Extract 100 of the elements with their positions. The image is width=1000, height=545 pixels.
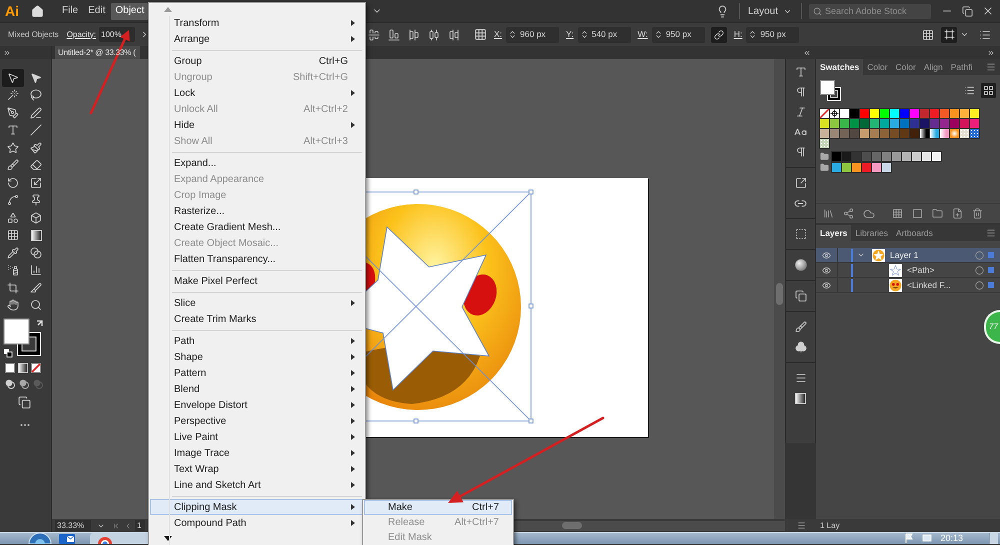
gradient-panel-icon[interactable] [795, 392, 806, 404]
color-swatch-icon[interactable] [930, 118, 939, 128]
close-icon[interactable] [982, 5, 994, 17]
color-swatch-icon[interactable] [910, 128, 919, 138]
color-swatch-icon[interactable] [842, 152, 851, 160]
panel-tab[interactable]: Swatches [816, 59, 864, 75]
color-swatch-icon[interactable] [860, 128, 869, 138]
menu-item[interactable]: Text Wrap [150, 461, 364, 477]
menu-item[interactable]: Create Gradient Mesh... [150, 219, 364, 235]
sphere-icon[interactable] [794, 259, 806, 271]
grid-view-button[interactable] [981, 82, 996, 98]
panel-menu-icon[interactable] [986, 228, 996, 238]
fill-stroke-icon[interactable] [820, 80, 841, 100]
overlapping-squares-icon[interactable] [794, 290, 806, 302]
eye-icon[interactable] [822, 266, 831, 274]
start-orb-icon[interactable] [28, 533, 52, 544]
lines-icon[interactable] [794, 372, 806, 384]
layer-row[interactable]: <Path> [816, 263, 1000, 278]
panel-tab[interactable]: Align [920, 59, 947, 75]
first-artboard-icon[interactable] [112, 522, 120, 530]
menu-item[interactable]: Lock [150, 85, 364, 101]
color-swatch-icon[interactable] [970, 118, 979, 128]
menu-item[interactable]: Group Ctrl+G [150, 53, 364, 69]
color-swatch-icon[interactable] [870, 118, 879, 128]
color-swatch-icon[interactable] [880, 118, 889, 128]
layer-row[interactable]: Layer 1 [816, 248, 1000, 263]
eye-icon[interactable] [822, 250, 831, 260]
double-chevron-icon[interactable] [3, 48, 11, 56]
menu-bar-item[interactable]: Edit [84, 2, 110, 20]
menu-item[interactable]: Flatten Transparency... [150, 251, 364, 267]
color-swatch-icon[interactable] [910, 118, 919, 128]
target-circle-icon[interactable] [975, 280, 984, 290]
color-swatch-icon[interactable] [850, 118, 859, 128]
pattern-swatch-icon[interactable] [970, 128, 979, 138]
registration-swatch-icon[interactable] [830, 108, 839, 118]
dashed-square-icon[interactable] [794, 228, 806, 240]
menu-item[interactable]: Image Trace [150, 445, 364, 461]
color-swatch-icon[interactable] [872, 162, 881, 172]
number-field[interactable]: 950 px [746, 26, 800, 42]
color-swatch-icon[interactable] [890, 128, 899, 138]
color-swatch-icon[interactable] [862, 162, 871, 172]
color-swatch-icon[interactable] [940, 108, 949, 118]
search-field[interactable]: Search Adobe Stock [809, 4, 931, 18]
menu-item[interactable]: Transform [150, 15, 364, 31]
number-field[interactable]: 950 px [652, 26, 705, 42]
menu-item[interactable]: Slice [150, 295, 364, 311]
distribute-left-icon[interactable] [408, 28, 420, 40]
overlapping-rectangles-icon[interactable] [18, 396, 31, 409]
scrollbar-thumb[interactable] [562, 522, 582, 530]
none-slash-icon[interactable] [31, 363, 41, 373]
trash-icon[interactable] [972, 208, 983, 219]
menu-item[interactable]: Envelope Distort [150, 397, 364, 413]
color-swatch-icon[interactable] [880, 108, 889, 118]
cloud-icon[interactable] [863, 208, 875, 220]
color-swatch-icon[interactable] [870, 108, 879, 118]
color-swatch-icon[interactable] [842, 162, 851, 172]
menu-item[interactable]: Make Ctrl+7 [364, 500, 512, 515]
color-swatch-icon[interactable] [930, 108, 939, 118]
color-swatch-icon[interactable] [902, 152, 911, 160]
chevron-down-icon[interactable] [857, 251, 865, 259]
menu-bar-item[interactable]: File [58, 2, 82, 20]
color-swatch-icon[interactable] [850, 128, 859, 138]
pattern-swatch-icon[interactable] [960, 128, 969, 138]
color-swatch-icon[interactable] [900, 128, 909, 138]
color-swatch-icon[interactable] [882, 152, 891, 160]
menu-item[interactable]: Make Pixel Perfect [150, 273, 364, 289]
layer-row[interactable]: <Linked F... [816, 278, 1000, 293]
number-field[interactable]: 540 px [578, 26, 631, 42]
panel-tab[interactable]: Pathfi [946, 59, 976, 75]
color-swatch-icon[interactable] [920, 118, 929, 128]
previous-artboard-icon[interactable] [124, 522, 132, 530]
panel-tab[interactable]: Color [892, 59, 920, 75]
tool-button[interactable] [2, 69, 24, 86]
type-icon[interactable] [794, 66, 806, 78]
color-swatch-icon[interactable] [882, 162, 891, 172]
color-swatch-icon[interactable] [832, 162, 841, 172]
menu-item[interactable]: Path [150, 333, 364, 349]
new-file-icon[interactable] [952, 208, 963, 219]
club-icon[interactable] [794, 341, 806, 353]
target-circle-icon[interactable] [975, 250, 984, 260]
gradient-swatch-icon[interactable] [920, 128, 929, 138]
scroll-down-arrow-icon[interactable] [164, 536, 172, 540]
target-circle-icon[interactable] [975, 266, 984, 274]
color-swatch-icon[interactable] [960, 118, 969, 128]
menu-item[interactable]: Line and Sketch Art [150, 477, 364, 493]
library-icon[interactable] [823, 208, 834, 219]
align-center-icon[interactable] [368, 28, 380, 40]
color-swatch-icon[interactable] [880, 128, 889, 138]
square-icon[interactable] [912, 208, 923, 219]
color-swatch-icon[interactable] [850, 108, 859, 118]
caret-icon[interactable] [960, 30, 969, 39]
menu-item[interactable]: Arrange [150, 31, 364, 47]
zoom-field[interactable]: 33.33% [55, 520, 91, 532]
menu-item[interactable]: Live Paint [150, 429, 364, 445]
menu-item[interactable]: Perspective [150, 413, 364, 429]
taskbar-button[interactable] [90, 533, 150, 544]
italic-icon[interactable] [794, 106, 806, 118]
color-swatch-icon[interactable] [862, 152, 871, 160]
menu-item[interactable]: Clipping Mask [150, 499, 364, 515]
menu-item[interactable]: Create Trim Marks [150, 311, 364, 327]
